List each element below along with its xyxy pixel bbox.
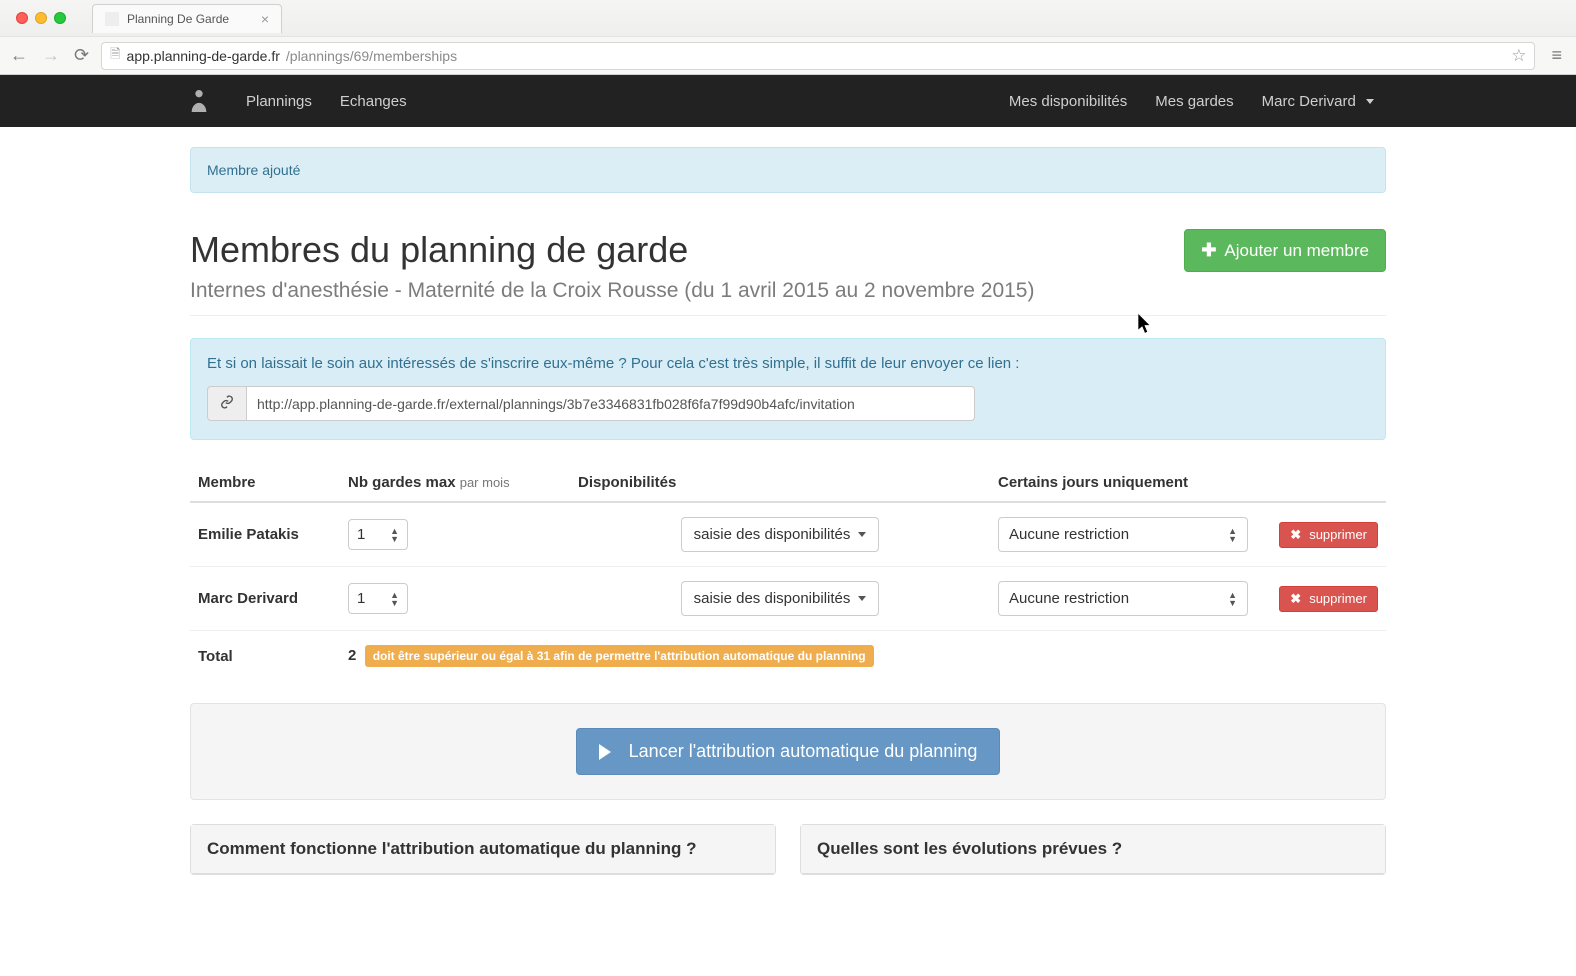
window-close-button[interactable] — [16, 12, 28, 24]
nav-user-menu[interactable]: Marc Derivard — [1248, 93, 1388, 110]
page-icon: 🗎 — [110, 45, 120, 67]
restriction-value: Aucune restriction — [1009, 526, 1129, 543]
launch-button-label: Lancer l'attribution automatique du plan… — [629, 741, 978, 762]
chevron-down-icon — [1366, 99, 1374, 104]
nav-plannings[interactable]: Plannings — [232, 93, 326, 110]
back-button[interactable]: ← — [8, 45, 30, 66]
forward-button[interactable]: → — [40, 45, 62, 66]
stepper-arrows-icon: ▲▼ — [390, 591, 399, 607]
url-host: app.planning-de-garde.fr — [127, 48, 280, 64]
delete-member-button[interactable]: ✖ supprimer — [1279, 586, 1378, 612]
disponibilites-dropdown[interactable]: saisie des disponibilités — [681, 581, 880, 616]
info-panels: Comment fonctionne l'attribution automat… — [190, 824, 1386, 875]
flash-text: Membre ajouté — [207, 162, 300, 178]
delete-label: supprimer — [1309, 527, 1367, 542]
plus-icon: ✚ — [1201, 240, 1216, 261]
disponibilites-dropdown[interactable]: saisie des disponibilités — [681, 517, 880, 552]
tab-bar: Planning De Garde × — [0, 0, 1576, 36]
th-restrictions: Certains jours uniquement — [990, 464, 1271, 502]
reload-button[interactable]: ⟳ — [72, 45, 91, 66]
panel-roadmap: Quelles sont les évolutions prévues ? — [800, 824, 1386, 875]
add-member-button[interactable]: ✚ Ajouter un membre — [1184, 229, 1386, 272]
url-field[interactable]: 🗎 app.planning-de-garde.fr/plannings/69/… — [101, 42, 1535, 70]
disponibilites-label: saisie des disponibilités — [694, 526, 851, 543]
total-label: Total — [190, 631, 340, 696]
nav-user-name: Marc Derivard — [1262, 93, 1356, 110]
member-name: Marc Derivard — [190, 567, 340, 631]
nav-disponibilites[interactable]: Mes disponibilités — [995, 93, 1141, 110]
max-gardes-value: 1 — [357, 526, 365, 543]
invite-text: Et si on laissait le soin aux intéressés… — [207, 355, 1369, 372]
panel-roadmap-heading: Quelles sont les évolutions prévues ? — [801, 825, 1385, 874]
invite-link-input[interactable] — [246, 386, 975, 421]
delete-member-button[interactable]: ✖ supprimer — [1279, 522, 1378, 548]
max-gardes-stepper[interactable]: 1 ▲▼ — [348, 519, 408, 550]
th-max-gardes: Nb gardes max par mois — [340, 464, 570, 502]
link-icon — [207, 386, 246, 421]
select-arrows-icon: ▲▼ — [1228, 591, 1237, 607]
panel-how-it-works: Comment fonctionne l'attribution automat… — [190, 824, 776, 875]
delete-label: supprimer — [1309, 591, 1367, 606]
page-header: Membres du planning de garde Internes d'… — [190, 229, 1386, 316]
th-member: Membre — [190, 464, 340, 502]
nav-echanges[interactable]: Echanges — [326, 93, 421, 110]
browser-chrome: Planning De Garde × ← → ⟳ 🗎 app.planning… — [0, 0, 1576, 75]
invite-panel: Et si on laissait le soin aux intéressés… — [190, 338, 1386, 440]
address-bar: ← → ⟳ 🗎 app.planning-de-garde.fr/plannin… — [0, 36, 1576, 74]
restriction-select[interactable]: Aucune restriction ▲▼ — [998, 581, 1248, 616]
chevron-down-icon — [858, 532, 866, 537]
member-name: Emilie Patakis — [190, 502, 340, 567]
max-gardes-value: 1 — [357, 590, 365, 607]
bookmark-icon[interactable]: ☆ — [1511, 46, 1526, 66]
launch-auto-assign-button[interactable]: Lancer l'attribution automatique du plan… — [576, 728, 1001, 775]
chevron-down-icon — [858, 596, 866, 601]
flash-message: Membre ajouté — [190, 147, 1386, 193]
max-gardes-stepper[interactable]: 1 ▲▼ — [348, 583, 408, 614]
invite-link-group — [207, 386, 975, 421]
play-icon — [599, 744, 611, 760]
table-row: Emilie Patakis 1 ▲▼ saisie des disponibilit… — [190, 502, 1386, 567]
add-member-label: Ajouter un membre — [1224, 241, 1369, 261]
app-navbar: Plannings Echanges Mes disponibilités Me… — [0, 75, 1576, 127]
brand-icon[interactable] — [188, 88, 210, 114]
launch-panel: Lancer l'attribution automatique du plan… — [190, 703, 1386, 800]
disponibilites-label: saisie des disponibilités — [694, 590, 851, 607]
th-disponibilites: Disponibilités — [570, 464, 990, 502]
stepper-arrows-icon: ▲▼ — [390, 527, 399, 543]
hamburger-icon[interactable]: ≡ — [1545, 45, 1568, 66]
window-minimize-button[interactable] — [35, 12, 47, 24]
tab-close-icon[interactable]: × — [261, 11, 269, 27]
table-row: Marc Derivard 1 ▲▼ saisie des disponibilité… — [190, 567, 1386, 631]
window-controls — [8, 12, 74, 24]
page-subtitle: Internes d'anesthésie - Maternité de la … — [190, 279, 1184, 303]
members-table: Membre Nb gardes max par mois Disponibil… — [190, 464, 1386, 695]
nav-gardes[interactable]: Mes gardes — [1141, 93, 1247, 110]
browser-tab[interactable]: Planning De Garde × — [92, 4, 282, 33]
close-icon: ✖ — [1290, 527, 1301, 543]
select-arrows-icon: ▲▼ — [1228, 527, 1237, 543]
total-warning-badge: doit être supérieur ou égal à 31 afin de… — [365, 645, 874, 667]
close-icon: ✖ — [1290, 591, 1301, 607]
restriction-value: Aucune restriction — [1009, 590, 1129, 607]
tab-title: Planning De Garde — [127, 12, 229, 26]
restriction-select[interactable]: Aucune restriction ▲▼ — [998, 517, 1248, 552]
page-title: Membres du planning de garde — [190, 229, 1184, 271]
total-value: 2 — [348, 647, 356, 664]
panel-how-heading: Comment fonctionne l'attribution automat… — [191, 825, 775, 874]
url-path: /plannings/69/memberships — [286, 48, 457, 64]
favicon-icon — [105, 12, 119, 26]
window-zoom-button[interactable] — [54, 12, 66, 24]
